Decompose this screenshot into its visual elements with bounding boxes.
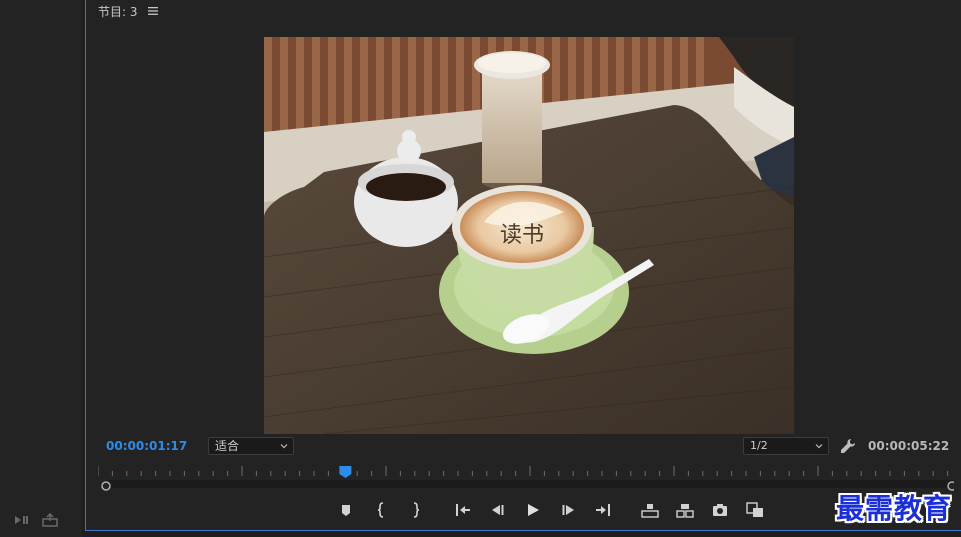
zoom-handle-left[interactable] <box>101 481 111 491</box>
watermark-logo: 最需教育 <box>836 492 953 525</box>
panel-header: 节目: 3 <box>98 2 158 20</box>
zoom-level-dropdown[interactable]: 适合 <box>208 437 294 455</box>
mark-out-icon[interactable] <box>406 500 426 520</box>
program-monitor-panel: 节目: 3 读书 00:00:01:17 适合 1/2 00:00:05:22 <box>85 0 961 531</box>
overwrite-clip-icon[interactable] <box>42 513 58 527</box>
playback-resolution-dropdown[interactable]: 1/2 <box>743 437 829 455</box>
chevron-down-icon <box>280 444 288 449</box>
extract-icon[interactable] <box>675 500 695 520</box>
duration-timecode: 00:00:05:22 <box>868 439 950 453</box>
project-panel-edge <box>0 0 82 537</box>
go-to-out-icon[interactable] <box>593 500 613 520</box>
step-back-icon[interactable] <box>488 500 508 520</box>
ruler-ticks <box>98 466 949 476</box>
time-ruler[interactable] <box>98 462 954 496</box>
playback-resolution-value: 1/2 <box>750 439 768 452</box>
cup-art-text: 读书 <box>500 223 544 248</box>
marker-icon[interactable] <box>336 500 356 520</box>
comparison-icon[interactable] <box>745 500 765 520</box>
zoom-level-value: 适合 <box>215 439 240 453</box>
chevron-down-icon <box>815 444 823 449</box>
play-icon[interactable] <box>523 500 543 520</box>
step-forward-icon[interactable] <box>558 500 578 520</box>
panel-menu-icon[interactable] <box>147 7 158 15</box>
go-to-in-icon[interactable] <box>453 500 473 520</box>
preview-frame-image: 读书 <box>264 37 794 434</box>
insert-clip-icon[interactable] <box>14 513 30 527</box>
video-preview[interactable]: 读书 <box>264 37 794 434</box>
mark-in-icon[interactable] <box>371 500 391 520</box>
current-timecode[interactable]: 00:00:01:17 <box>106 439 187 453</box>
wrench-icon[interactable] <box>840 438 856 454</box>
panel-title[interactable]: 节目: 3 <box>98 3 138 20</box>
lift-icon[interactable] <box>640 500 660 520</box>
playhead[interactable] <box>339 466 352 478</box>
transport-controls <box>336 500 780 520</box>
zoom-scroll-bar[interactable] <box>106 480 954 488</box>
camera-icon[interactable] <box>710 500 730 520</box>
